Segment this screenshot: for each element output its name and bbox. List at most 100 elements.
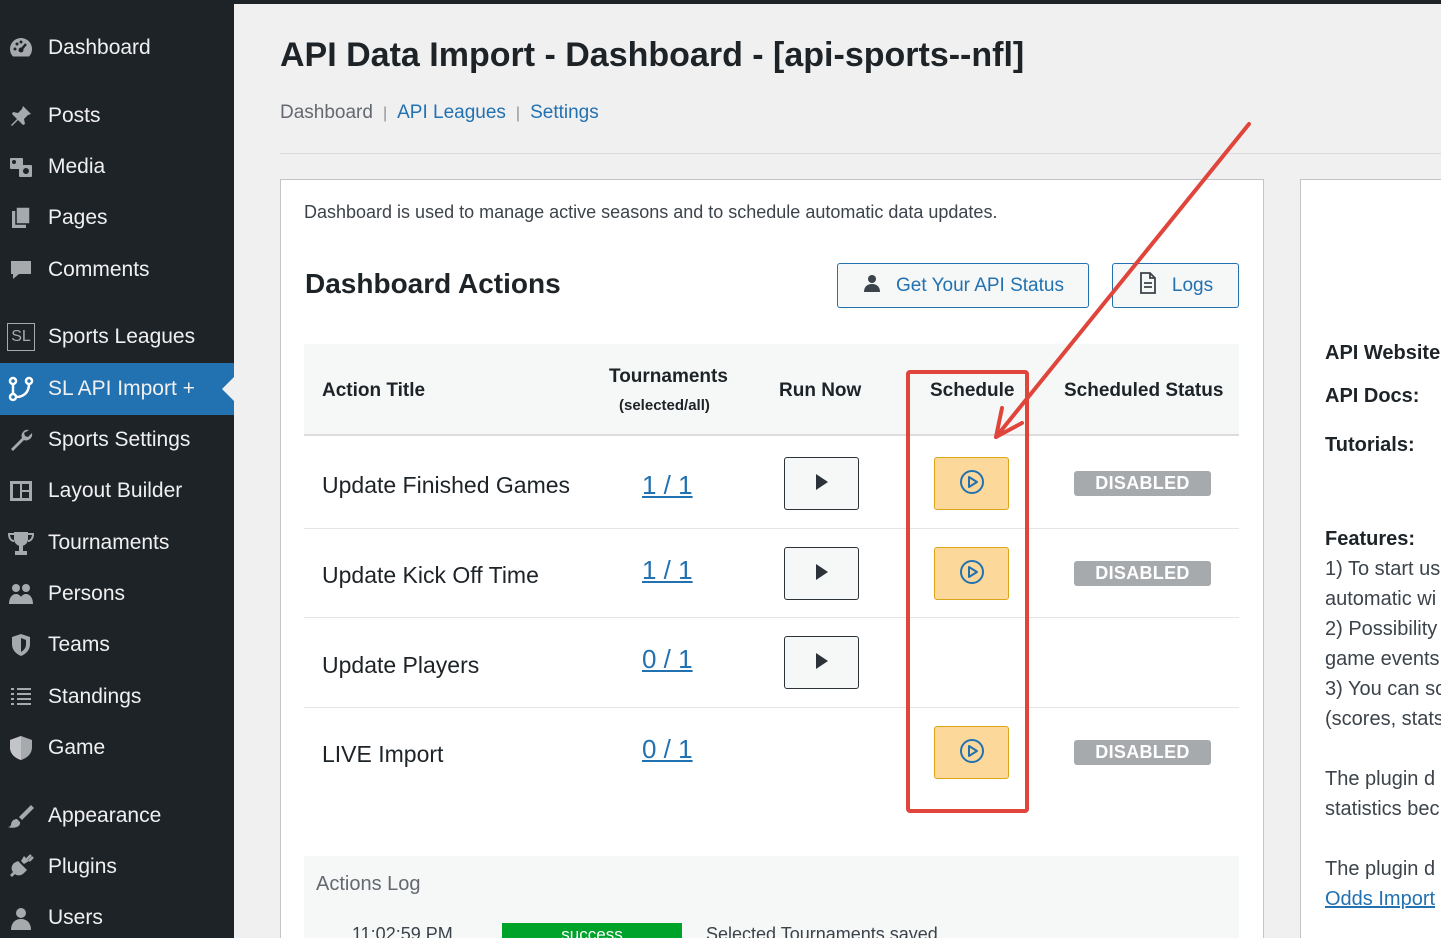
sidebar-item-label: Users xyxy=(48,906,103,929)
list-icon xyxy=(6,682,36,712)
subnav-separator: | xyxy=(515,105,521,122)
sidebar-item-standings[interactable]: Standings xyxy=(0,675,234,719)
subnav-api-leagues-link[interactable]: API Leagues xyxy=(397,102,506,123)
sidebar-item-tournaments[interactable]: Tournaments xyxy=(0,521,234,565)
sidebar-item-plugins[interactable]: Plugins xyxy=(0,845,234,889)
sidebar-item-label: Pages xyxy=(48,206,108,229)
admin-sidebar: Dashboard Posts Media Pages Comments SL … xyxy=(0,0,234,938)
tutorials-label: Tutorials: xyxy=(1325,434,1415,456)
plugin-text: The plugin d xyxy=(1325,858,1436,880)
sidebar-item-sports-leagues[interactable]: SL Sports Leagues xyxy=(0,315,234,359)
subnav: Dashboard | API Leagues | Settings xyxy=(280,102,599,124)
subnav-dashboard: Dashboard xyxy=(280,102,373,123)
sidebar-item-label: Plugins xyxy=(48,855,117,878)
panel-description: Dashboard is used to manage active seaso… xyxy=(304,202,998,222)
api-status-button[interactable]: Get Your API Status xyxy=(837,263,1089,308)
tournaments-link[interactable]: 0 / 1 xyxy=(642,734,693,765)
play-icon xyxy=(815,563,829,584)
sidebar-item-dashboard[interactable]: Dashboard xyxy=(0,26,234,70)
features-text: game events xyxy=(1325,648,1440,670)
api-docs-label: API Docs: xyxy=(1325,385,1420,407)
game-shield-icon xyxy=(6,733,36,763)
run-now-button[interactable] xyxy=(784,547,859,600)
plugin-text: statistics bec xyxy=(1325,798,1440,820)
sidebar-item-comments[interactable]: Comments xyxy=(0,248,234,292)
shield-icon xyxy=(6,630,36,660)
run-now-button[interactable] xyxy=(784,636,859,689)
dashboard-icon xyxy=(6,33,36,63)
page-title: API Data Import - Dashboard - [api-sport… xyxy=(280,36,1025,74)
run-now-button[interactable] xyxy=(784,457,859,510)
features-text: automatic wi xyxy=(1325,588,1437,610)
comment-icon xyxy=(6,255,36,285)
logs-button-label: Logs xyxy=(1171,274,1214,296)
th-run-now: Run Now xyxy=(779,380,862,401)
th-tournaments: Tournaments xyxy=(609,366,728,387)
sidebar-item-label: SL API Import + xyxy=(48,377,195,400)
features-text: 3) You can sc xyxy=(1325,678,1441,700)
row-title-update-kick-off-time: Update Kick Off Time xyxy=(322,562,539,588)
sidebar-item-game[interactable]: Game xyxy=(0,726,234,770)
row-title-update-players: Update Players xyxy=(322,652,480,678)
sidebar-item-label: Media xyxy=(48,155,106,178)
sidebar-item-label: Layout Builder xyxy=(48,479,183,502)
subnav-separator: | xyxy=(382,105,388,122)
sidebar-item-users[interactable]: Users xyxy=(0,896,234,938)
th-action-title: Action Title xyxy=(322,380,426,401)
log-time: 11:02:59 PM xyxy=(352,924,453,938)
features-label: Features: xyxy=(1325,528,1416,550)
tournaments-link[interactable]: 1 / 1 xyxy=(642,555,693,586)
sidebar-item-appearance[interactable]: Appearance xyxy=(0,794,234,838)
pin-icon xyxy=(6,101,36,131)
sidebar-item-label: Tournaments xyxy=(48,531,170,554)
sidebar-item-teams[interactable]: Teams xyxy=(0,623,234,667)
odds-import-link[interactable]: Odds Import xyxy=(1325,888,1435,911)
sidebar-item-media[interactable]: Media xyxy=(0,145,234,189)
logs-button[interactable]: Logs xyxy=(1112,263,1239,308)
persons-icon xyxy=(6,579,36,609)
features-text: 2) Possibility xyxy=(1325,618,1438,640)
sidebar-item-sl-api-import[interactable]: SL API Import + xyxy=(0,363,234,415)
sidebar-item-label: Game xyxy=(48,736,106,759)
sidebar-item-label: Posts xyxy=(48,104,101,127)
sidebar-item-label: Standings xyxy=(48,685,142,708)
sidebar-item-label: Comments xyxy=(48,258,150,281)
plugin-text: The plugin d xyxy=(1325,768,1436,790)
divider xyxy=(280,153,1441,154)
sidebar-item-label: Dashboard xyxy=(48,36,151,59)
log-status-badge: success xyxy=(502,923,682,938)
th-scheduled-status: Scheduled Status xyxy=(1064,380,1224,401)
row-divider xyxy=(304,617,1239,618)
status-badge: DISABLED xyxy=(1074,740,1211,765)
sidebar-item-label: Teams xyxy=(48,633,110,656)
row-divider xyxy=(304,528,1239,529)
document-icon xyxy=(1138,271,1158,300)
sidebar-item-pages[interactable]: Pages xyxy=(0,196,234,240)
tournaments-link[interactable]: 1 / 1 xyxy=(642,470,693,501)
features-text: (scores, stats xyxy=(1325,708,1441,730)
play-icon xyxy=(815,652,829,673)
trophy-icon xyxy=(6,528,36,558)
api-import-icon xyxy=(6,374,36,404)
subnav-settings-link[interactable]: Settings xyxy=(530,102,599,123)
row-title-update-finished-games: Update Finished Games xyxy=(322,472,571,498)
tournaments-link[interactable]: 0 / 1 xyxy=(642,644,693,675)
sidebar-item-label: Persons xyxy=(48,582,126,605)
schedule-column-highlight xyxy=(906,370,1029,813)
section-title: Dashboard Actions xyxy=(305,268,561,299)
status-badge: DISABLED xyxy=(1074,561,1211,586)
layout-icon xyxy=(6,476,36,506)
sidebar-item-label: Sports Settings xyxy=(48,428,191,451)
sidebar-item-label: Sports Leagues xyxy=(48,325,196,348)
play-icon xyxy=(815,473,829,494)
sidebar-item-layout-builder[interactable]: Layout Builder xyxy=(0,469,234,513)
row-divider xyxy=(304,707,1239,708)
sidebar-item-sports-settings[interactable]: Sports Settings xyxy=(0,418,234,462)
sidebar-item-posts[interactable]: Posts xyxy=(0,94,234,138)
api-status-button-label: Get Your API Status xyxy=(896,274,1064,296)
actions-log-title: Actions Log xyxy=(316,873,421,895)
wrench-icon xyxy=(6,425,36,455)
api-website-label: API Website xyxy=(1325,342,1441,364)
media-icon xyxy=(6,152,36,182)
sidebar-item-persons[interactable]: Persons xyxy=(0,572,234,616)
